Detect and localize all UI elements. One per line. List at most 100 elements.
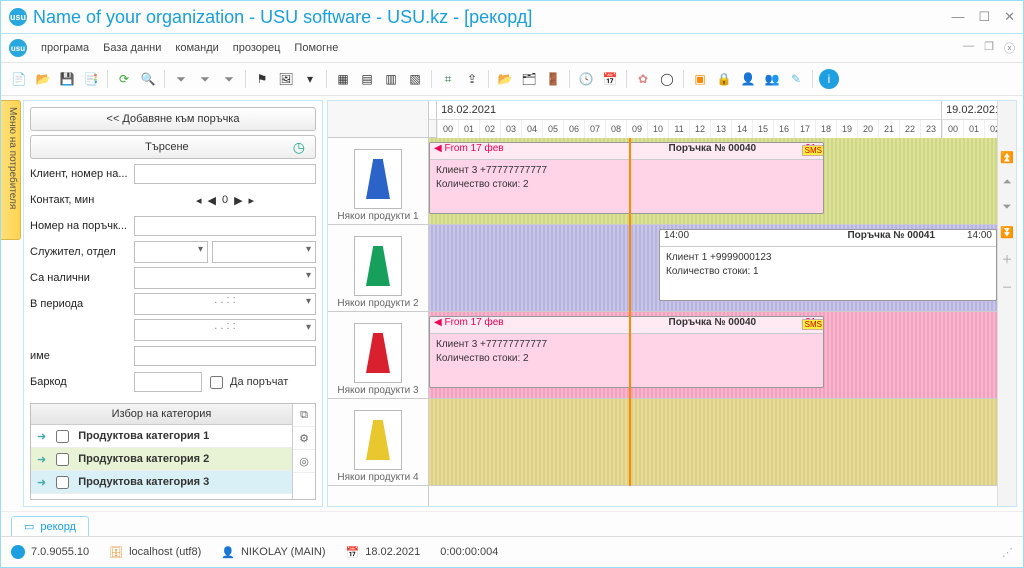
category-row-3[interactable]: ➜Продуктова категория 3 [31,471,292,494]
compass-icon: ◷ [293,139,305,156]
order-40-b[interactable]: ◀ From 17 февПоръчка № 0004021: SMS Клие… [429,316,824,388]
vt-top-icon[interactable]: ⏶ [1003,176,1012,189]
product-cell-3[interactable]: Някои продукти 3 [328,312,428,399]
minimize-icon[interactable]: ― [951,9,964,25]
tb-grid2-icon[interactable]: ▤ [357,69,377,89]
search-button-label: Търсене [41,141,293,153]
gantt-row-2[interactable]: 14:00Поръчка № 0004114:00 Клиент 1 +9999… [429,225,997,312]
tb-refresh-icon[interactable]: ⟳ [114,69,134,89]
menu-window[interactable]: прозорец [233,42,281,54]
chk-cat1[interactable] [56,430,69,443]
input-barcode[interactable] [134,372,202,392]
combo-available[interactable] [134,267,316,289]
lbl-name: име [30,350,130,362]
gear-icon[interactable]: ⚙ [293,427,315,450]
product-cell-2[interactable]: Някои продукти 2 [328,225,428,312]
tb-search-icon[interactable]: 🔍 [138,69,158,89]
tb-user2-icon[interactable]: 👥 [762,69,782,89]
vt-up-icon[interactable]: ⏫ [1000,151,1014,164]
gantt-row-3[interactable]: ◀ From 17 февПоръчка № 0004021: SMS Клие… [429,312,997,399]
tb-flag-icon[interactable]: ⚑ [252,69,272,89]
tb-open-icon[interactable]: 📂 [33,69,53,89]
tb-brush-icon[interactable]: ✎ [786,69,806,89]
tb-saveall-icon[interactable]: 📑 [81,69,101,89]
mdi-restore-icon[interactable]: ❐ [984,40,994,56]
gantt-row-1[interactable]: ◀ From 17 февПоръчка № 0004021: SMS Клие… [429,138,997,225]
vt-bottom-icon[interactable]: ⏷ [1003,201,1012,214]
combo-employee[interactable] [134,241,208,263]
gantt-header: 18.02.2021 00010203040506070809101112131… [429,101,997,138]
tb-image-icon[interactable]: 🖼 [276,69,296,89]
tb-dd-icon[interactable]: ▾ [300,69,320,89]
vt-plus-icon[interactable]: ＋ [1002,251,1013,267]
tb-excel-icon[interactable]: ⌗ [438,69,458,89]
date-from[interactable]: . . : : [134,293,316,315]
chk-cat2[interactable] [56,453,69,466]
menu-program[interactable]: програма [41,42,89,54]
input-client[interactable] [134,164,316,184]
gantt-area[interactable]: 18.02.2021 00010203040506070809101112131… [429,101,997,506]
input-name[interactable] [134,346,316,366]
gantt-side-tools: ⏫ ⏶ ⏷ ⏬ ＋ － [997,101,1016,506]
tb-lock-icon[interactable]: 🔒 [714,69,734,89]
search-button[interactable]: Търсене ◷ [30,135,316,159]
vt-down-icon[interactable]: ⏬ [1000,226,1014,239]
tb-calendar-icon[interactable]: 📅 [600,69,620,89]
tb-grid4-icon[interactable]: ▧ [405,69,425,89]
menu-help[interactable]: Помогне [294,42,338,54]
tb-color-icon[interactable]: ◯ [657,69,677,89]
app-window: usu Name of your organization - USU soft… [0,0,1024,568]
order-40-a[interactable]: ◀ From 17 февПоръчка № 0004021: SMS Клие… [429,142,824,214]
gantt-row-4[interactable] [429,399,997,486]
lbl-client: Клиент, номер на... [30,168,130,180]
product-column: Някои продукти 1 Някои продукти 2 Някои … [328,101,429,506]
menu-logo-icon: usu [9,39,27,57]
mdi-close-icon[interactable]: ⓧ [1004,40,1015,56]
tb-filter3-icon[interactable]: ⏷ [219,69,239,89]
tb-new-icon[interactable]: 📄 [9,69,29,89]
day-1-label: 18.02.2021 [437,101,941,120]
mdi-minimize-icon[interactable]: ― [963,40,974,56]
menu-database[interactable]: База данни [103,42,161,54]
user-menu-side-tab[interactable]: Меню на потребителя [1,100,21,240]
tb-user1-icon[interactable]: 👤 [738,69,758,89]
input-orderno[interactable] [134,216,316,236]
product-cell-4[interactable]: Някои продукти 4 [328,399,428,486]
close-icon[interactable]: ✕ [1004,9,1015,25]
vt-minus-icon[interactable]: － [1002,279,1013,295]
info-icon [11,545,25,559]
tb-clock-icon[interactable]: 🕓 [576,69,596,89]
tb-grid3-icon[interactable]: ▥ [381,69,401,89]
menu-commands[interactable]: команди [175,42,218,54]
spin-contact[interactable]: ◂◀0▶▸ [134,193,316,208]
tb-info-icon[interactable]: i [819,69,839,89]
tb-export-icon[interactable]: ⇪ [462,69,482,89]
tb-gear-icon[interactable]: ✿ [633,69,653,89]
product-cell-1[interactable]: Някои продукти 1 [328,138,428,225]
window-title: Name of your organization - USU software… [33,7,951,28]
add-to-order-button[interactable]: << Добавяне към поръчка [30,107,316,131]
status-time: 0:00:00:004 [440,546,498,558]
chk-cat3[interactable] [56,476,69,489]
chk-toorder[interactable] [210,376,223,389]
target-icon[interactable]: ◎ [293,450,315,473]
tb-rss-icon[interactable]: ▣ [690,69,710,89]
tb-folder-open-icon[interactable]: 📂 [495,69,515,89]
tb-filter-icon[interactable]: ⏷ [171,69,191,89]
maximize-icon[interactable]: ☐ [978,9,990,25]
combo-dept[interactable] [212,241,316,263]
tb-exit-icon[interactable]: 🚪 [543,69,563,89]
copy-icon[interactable]: ⧉ [293,404,315,427]
date-to[interactable]: . . : : [134,319,316,341]
tb-save-icon[interactable]: 💾 [57,69,77,89]
tb-filter2-icon[interactable]: ⏷ [195,69,215,89]
category-row-1[interactable]: ➜Продуктова категория 1 [31,425,292,448]
tab-record[interactable]: ▭рекорд [11,516,89,536]
status-date: 18.02.2021 [365,546,420,558]
tb-folder2-icon[interactable]: 🗂 [519,69,539,89]
tb-grid1-icon[interactable]: ▦ [333,69,353,89]
category-row-2[interactable]: ➜Продуктова категория 2 [31,448,292,471]
lbl-available: Са налични [30,272,130,284]
order-41[interactable]: 14:00Поръчка № 0004114:00 Клиент 1 +9999… [659,229,997,301]
resize-grip-icon[interactable]: ⋰ [1002,546,1013,559]
